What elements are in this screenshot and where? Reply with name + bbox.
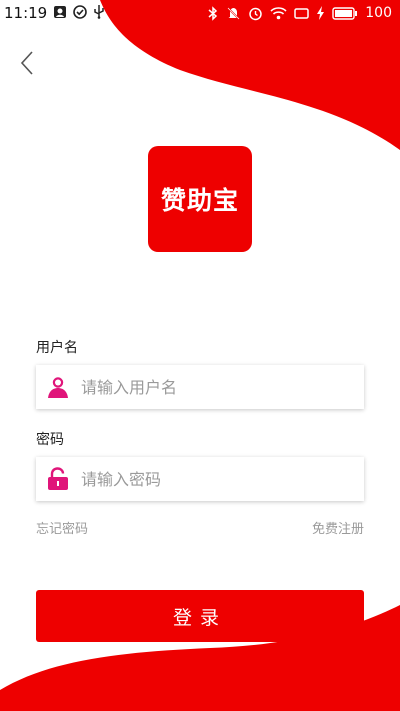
password-input[interactable]: [81, 469, 364, 489]
status-time: 11:19: [4, 4, 48, 22]
status-bar: 11:19 100: [0, 0, 400, 26]
login-button-label: 登录: [172, 606, 227, 629]
forgot-password-link[interactable]: 忘记密码: [36, 518, 88, 537]
battery-icon: [332, 6, 358, 20]
mute-icon: [226, 6, 241, 21]
chevron-left-icon: [20, 51, 33, 75]
username-input[interactable]: [81, 377, 364, 397]
register-link[interactable]: 免费注册: [312, 518, 364, 537]
check-circle-icon: [73, 4, 88, 23]
screen-icon: [294, 7, 310, 20]
bluetooth-icon: [207, 5, 219, 21]
login-button[interactable]: 登录: [36, 590, 364, 642]
usb-icon: [93, 4, 105, 23]
username-field[interactable]: [36, 365, 364, 409]
unlock-icon: [45, 466, 71, 492]
username-label: 用户名: [36, 340, 78, 356]
password-label: 密码: [36, 432, 64, 448]
wifi-icon: [270, 6, 287, 20]
user-icon: [45, 374, 71, 400]
charging-icon: [316, 6, 325, 20]
battery-level: 100: [365, 5, 392, 21]
app-logo: 赞助宝: [148, 146, 252, 252]
notification-icon: [53, 4, 67, 23]
app-logo-text: 赞助宝: [160, 186, 239, 215]
password-field[interactable]: [36, 457, 364, 501]
back-button[interactable]: [14, 48, 42, 78]
alarm-icon: [248, 6, 263, 21]
